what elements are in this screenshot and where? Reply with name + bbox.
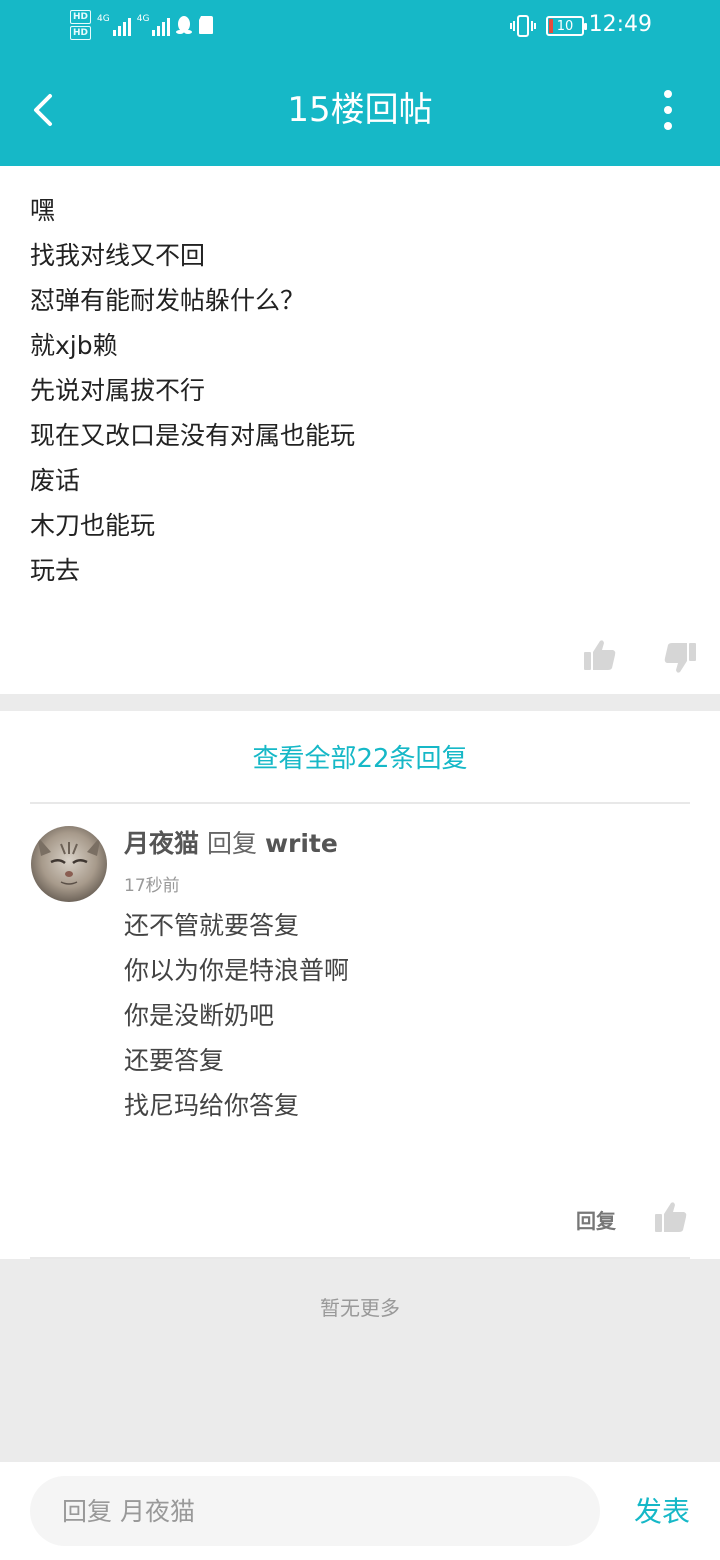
battery-level-text: 10 bbox=[556, 18, 574, 34]
bottom-reply-bar: 发表 bbox=[0, 1462, 720, 1560]
thumbs-up-icon[interactable] bbox=[583, 638, 617, 672]
reply-input[interactable] bbox=[30, 1476, 600, 1546]
reply-button[interactable]: 回复 bbox=[576, 1205, 616, 1234]
reply-target[interactable]: write bbox=[265, 829, 338, 858]
no-more-text: 暂无更多 bbox=[320, 1296, 400, 1320]
more-options-icon[interactable] bbox=[656, 90, 680, 130]
clock: 12:49 bbox=[588, 12, 652, 37]
network-type-label: 4G bbox=[136, 14, 150, 24]
send-button[interactable]: 发表 bbox=[634, 1494, 690, 1530]
hd-indicators: HD HD bbox=[70, 10, 92, 40]
post-card: 嘿 找我对线又不回 怼弹有能耐发帖躲什么？ 就xjb赖 先说对属拔不行 现在又改… bbox=[0, 166, 720, 694]
app-header: 15楼回帖 bbox=[0, 56, 720, 166]
divider bbox=[30, 1257, 690, 1259]
replies-card: 查看全部22条回复 月夜猫 回复 write 17秒前 还不管就要答复 你以为你… bbox=[0, 711, 720, 1259]
status-bar: HD HD 4G 4G 10 12:49 bbox=[0, 0, 720, 56]
divider bbox=[30, 802, 690, 804]
qq-penguin-icon bbox=[176, 16, 193, 34]
vibrate-icon bbox=[510, 15, 536, 37]
battery-level-fill bbox=[549, 19, 553, 33]
post-line: 废话 bbox=[30, 466, 81, 495]
sd-card-icon bbox=[199, 16, 214, 34]
page-title: 15楼回帖 bbox=[287, 90, 433, 130]
reply-author[interactable]: 月夜猫 bbox=[124, 829, 199, 858]
thumbs-up-icon[interactable] bbox=[654, 1200, 688, 1234]
post-line: 先说对属拔不行 bbox=[30, 376, 206, 405]
avatar[interactable] bbox=[31, 826, 107, 902]
reply-timestamp: 17秒前 bbox=[124, 876, 180, 896]
post-line: 就xjb赖 bbox=[30, 331, 118, 360]
view-all-replies-link[interactable]: 查看全部22条回复 bbox=[0, 739, 720, 779]
reply-line: 你是没断奶吧 bbox=[124, 1001, 275, 1030]
battery-icon: 10 bbox=[546, 16, 587, 36]
reply-header: 月夜猫 回复 write bbox=[124, 827, 338, 861]
post-line: 找我对线又不回 bbox=[30, 241, 206, 270]
post-line: 玩去 bbox=[30, 556, 81, 585]
reply-word: 回复 bbox=[206, 829, 257, 858]
post-line: 怼弹有能耐发帖躲什么？ bbox=[30, 286, 306, 315]
post-line: 木刀也能玩 bbox=[30, 511, 156, 540]
reply-line: 还要答复 bbox=[124, 1046, 225, 1075]
post-line: 嘿 bbox=[30, 196, 56, 225]
status-right-icons: 10 bbox=[510, 14, 587, 38]
signal-icon: 4G bbox=[97, 14, 131, 36]
reply-content: 还不管就要答复 你以为你是特浪普啊 你是没断奶吧 还要答复 找尼玛给你答复 bbox=[124, 903, 349, 1128]
hd-badge: HD bbox=[70, 10, 92, 24]
thumbs-down-icon[interactable] bbox=[663, 641, 697, 675]
signal-icon: 4G bbox=[137, 14, 171, 36]
reply-line: 找尼玛给你答复 bbox=[124, 1091, 300, 1120]
reply-line: 还不管就要答复 bbox=[124, 911, 300, 940]
status-left-icons: HD HD 4G 4G bbox=[70, 10, 214, 40]
reply-line: 你以为你是特浪普啊 bbox=[124, 956, 350, 985]
post-line: 现在又改口是没有对属也能玩 bbox=[30, 421, 356, 450]
network-type-label: 4G bbox=[97, 14, 110, 24]
hd-badge: HD bbox=[70, 26, 92, 40]
post-content: 嘿 找我对线又不回 怼弹有能耐发帖躲什么？ 就xjb赖 先说对属拔不行 现在又改… bbox=[30, 188, 355, 593]
